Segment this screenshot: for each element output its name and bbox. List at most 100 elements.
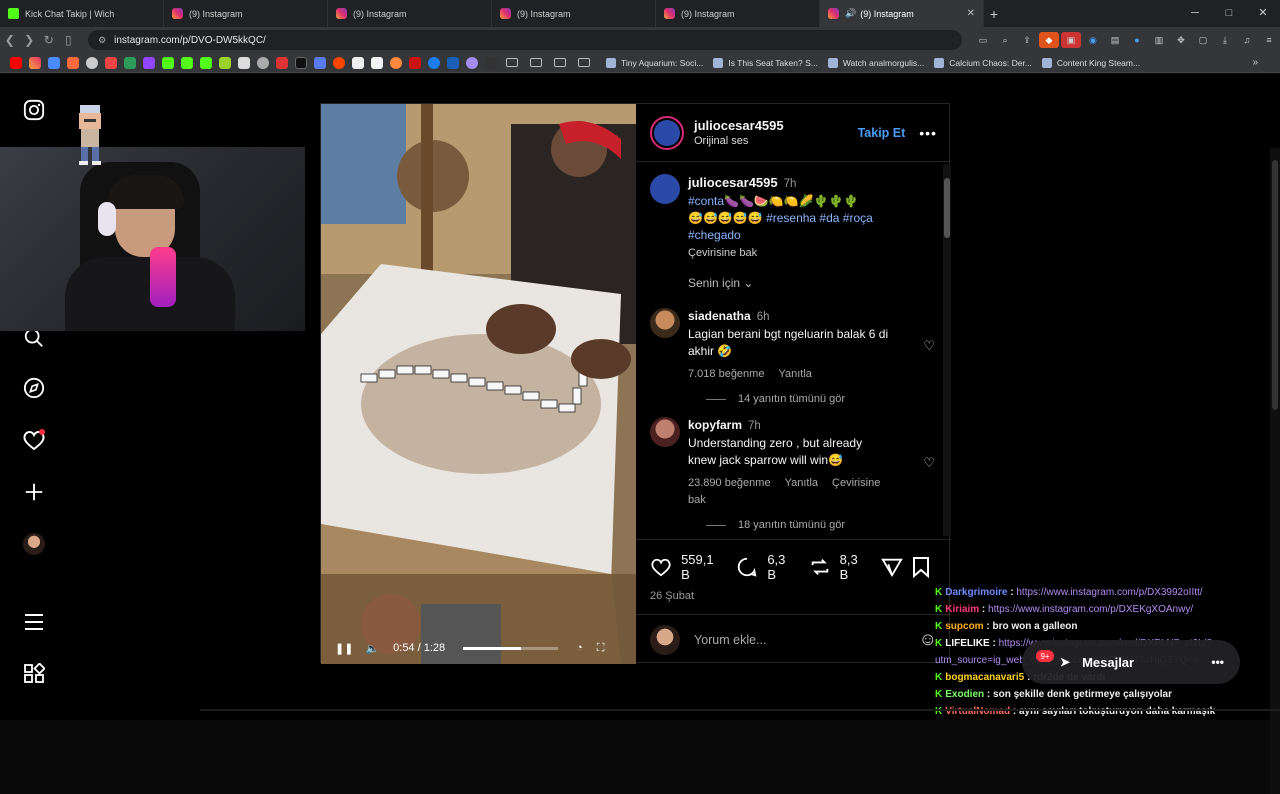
media-icon[interactable]: ♫ (1237, 32, 1257, 48)
hashtags[interactable]: #resenha #da #roça (766, 211, 873, 225)
tab-instagram[interactable]: (9) Instagram (492, 0, 656, 27)
reddit-icon[interactable] (332, 56, 345, 69)
chat-username[interactable]: bogmacanavari5 (945, 672, 1024, 683)
x-icon[interactable] (294, 56, 307, 69)
cast-icon[interactable]: ▭ (973, 32, 993, 48)
close-window-icon[interactable]: ✕ (1246, 0, 1280, 27)
bookmark-icon[interactable] (313, 56, 326, 69)
play-pause-icon[interactable]: ❚❚ (335, 642, 353, 655)
like-heart-icon[interactable] (650, 556, 675, 578)
extension-icon[interactable]: ◉ (1083, 32, 1103, 48)
messages-more-icon[interactable]: ••• (1211, 655, 1224, 669)
caption-username[interactable]: juliocesar4595 (688, 175, 778, 190)
puzzle-icon[interactable]: ✥ (1171, 32, 1191, 48)
maximize-icon[interactable]: □ (1212, 0, 1246, 27)
comment-likes[interactable]: 23.890 beğenme (688, 477, 771, 489)
comments-count[interactable]: 6,3 B (767, 552, 796, 582)
like-comment-heart-icon[interactable]: ♡ (923, 338, 935, 354)
hashtag[interactable]: #conta (688, 194, 724, 208)
translate-link[interactable]: Çevirisine bak (688, 247, 757, 259)
comments-scroll-thumb[interactable] (944, 178, 950, 238)
zoom-icon[interactable]: ⌕ (995, 32, 1015, 48)
author-avatar[interactable] (650, 115, 684, 150)
download-icon[interactable]: ⤓ (1215, 32, 1235, 48)
bookmark-link[interactable]: Is This Seat Taken? S... (713, 57, 818, 68)
brave-shield-icon[interactable]: ◆ (1038, 32, 1059, 48)
minimize-icon[interactable]: ─ (1178, 0, 1212, 27)
profile-avatar[interactable] (22, 532, 46, 556)
audio-label[interactable]: Orijinal ses (694, 135, 784, 147)
tab-instagram[interactable]: (9) Instagram (164, 0, 328, 27)
comment-icon[interactable] (736, 556, 761, 578)
folder-icon[interactable] (530, 58, 542, 67)
bookmark-icon[interactable] (351, 56, 364, 69)
bookmark-icon[interactable] (237, 56, 250, 69)
sort-dropdown[interactable]: Senin için ⌄ (688, 276, 935, 290)
bookmark-icon[interactable] (389, 56, 402, 69)
reply-button[interactable]: Yanıtla (785, 477, 818, 489)
share-icon[interactable]: ⇪ (1017, 32, 1037, 48)
like-comment-heart-icon[interactable]: ♡ (923, 455, 935, 471)
bookmark-icon[interactable] (408, 56, 421, 69)
page-scroll-thumb[interactable] (1272, 160, 1278, 410)
save-bookmark-icon[interactable] (912, 556, 937, 578)
chat-username[interactable]: Darkgrimoire (945, 587, 1007, 598)
new-tab-button[interactable]: + (984, 6, 1004, 22)
bookmark-icon[interactable] (256, 56, 269, 69)
likes-count[interactable]: 559,1 B (681, 552, 724, 582)
instagram-icon[interactable] (28, 56, 41, 69)
refresh-icon[interactable]: ↻ (39, 33, 59, 47)
more-menu-icon[interactable] (22, 610, 46, 634)
bookmark-link[interactable]: Tiny Aquarium: Soci... (606, 57, 703, 68)
notifications-heart-icon[interactable] (22, 428, 46, 452)
share-send-icon[interactable] (881, 556, 906, 578)
author-username[interactable]: juliocesar4595 (694, 118, 784, 133)
hashtag[interactable]: #chegado (688, 228, 741, 242)
bookmark-icon[interactable] (275, 56, 288, 69)
post-video[interactable]: ❚❚ 🔈 0:54 / 1:28 ◔ ⛶ (321, 104, 636, 664)
bookmark-icon[interactable] (218, 56, 231, 69)
commenter-username[interactable]: siadenatha (688, 309, 751, 323)
extension-icon[interactable]: ▤ (1105, 32, 1125, 48)
bookmark-icon[interactable] (446, 56, 459, 69)
fullscreen-icon[interactable]: ⛶ (597, 642, 605, 655)
view-replies[interactable]: 14 yanıtın tümünü gör (706, 393, 935, 405)
follow-button[interactable]: Takip Et (858, 126, 906, 140)
chat-username[interactable]: LIFELIKE (945, 638, 989, 649)
bookmark-link[interactable]: Content King Steam... (1041, 57, 1140, 68)
drive-icon[interactable] (123, 56, 136, 69)
kick-icon[interactable] (161, 56, 174, 69)
speed-icon[interactable]: ◔ (576, 642, 583, 654)
youtube-icon[interactable] (9, 56, 22, 69)
menu-icon[interactable]: ≡ (1259, 32, 1279, 48)
explore-icon[interactable] (22, 376, 46, 400)
bookmark-icon[interactable]: ▯ (59, 33, 79, 47)
chat-username[interactable]: Exodien (945, 689, 984, 700)
view-replies[interactable]: 18 yanıtın tümünü gör (706, 519, 935, 531)
also-from-meta-icon[interactable] (22, 662, 46, 686)
commenter-username[interactable]: kopyfarm (688, 418, 742, 432)
comment-input[interactable]: Yorum ekle... (694, 633, 767, 647)
volume-icon[interactable]: 🔈 (365, 642, 379, 655)
tab-kick-chat[interactable]: Kick Chat Takip | Wich (0, 0, 164, 27)
chat-username[interactable]: Kiriaim (945, 604, 979, 615)
site-settings-icon[interactable]: ⚙ (98, 35, 106, 46)
chat-username[interactable]: VirtualNomad (945, 706, 1010, 717)
bookmark-icon[interactable] (66, 56, 79, 69)
bookmark-icon[interactable] (484, 56, 497, 69)
kick-icon[interactable] (180, 56, 193, 69)
extension-icon[interactable]: ▥ (1149, 32, 1169, 48)
comment-likes[interactable]: 7.018 beğenme (688, 368, 764, 380)
bookmark-icon[interactable] (85, 56, 98, 69)
folder-icon[interactable] (578, 58, 590, 67)
close-tab-icon[interactable]: ✕ (967, 8, 975, 19)
bookmark-icon[interactable] (47, 56, 60, 69)
bookmark-icon[interactable] (465, 56, 478, 69)
folder-icon[interactable] (506, 58, 518, 67)
instagram-logo-icon[interactable] (22, 98, 46, 122)
video-progress-bar[interactable] (463, 646, 559, 650)
bookmark-link[interactable]: Watch analmorgulis... (827, 57, 924, 68)
bookmark-link[interactable]: Calcium Chaos: Der... (934, 57, 1032, 68)
chat-link[interactable]: https://www.instagram.com/p/DX3992oIItt/ (1016, 587, 1202, 598)
folder-icon[interactable] (554, 58, 566, 67)
